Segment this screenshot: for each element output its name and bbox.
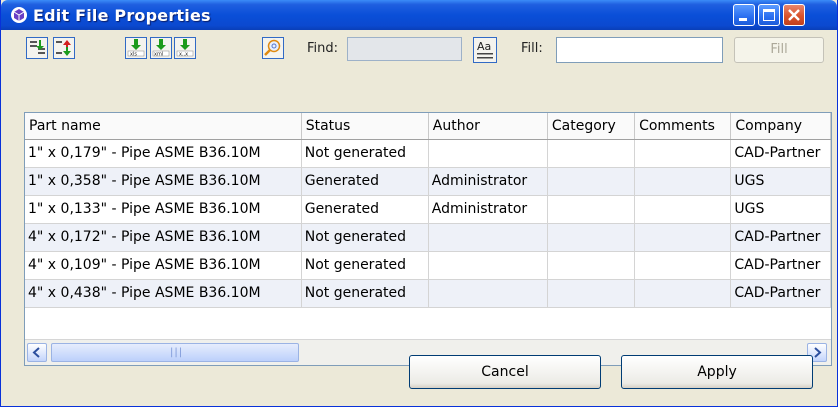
- cell-company[interactable]: CAD-Partner: [730, 223, 831, 252]
- svg-text:xml: xml: [154, 52, 163, 58]
- chevron-left-icon: [32, 347, 40, 358]
- export-csv-icon: x..x: [176, 39, 194, 58]
- cell-part-name[interactable]: 4" x 0,109" - Pipe ASME B36.10M: [25, 251, 302, 280]
- maximize-button[interactable]: [758, 4, 780, 26]
- cell-part-name[interactable]: 1" x 0,179" - Pipe ASME B36.10M: [25, 139, 302, 168]
- minimize-button[interactable]: [733, 4, 755, 26]
- minimize-icon: [739, 18, 747, 21]
- cell-author[interactable]: [428, 251, 548, 280]
- export-csv-button[interactable]: x..x: [174, 37, 196, 59]
- cancel-button[interactable]: Cancel: [409, 355, 601, 389]
- apply-button[interactable]: Apply: [621, 355, 813, 389]
- find-input[interactable]: [347, 37, 462, 61]
- column-header-company[interactable]: Company: [730, 113, 831, 140]
- cell-category[interactable]: [547, 279, 636, 308]
- cell-status[interactable]: Not generated: [301, 251, 429, 280]
- cell-comments[interactable]: [634, 279, 732, 308]
- table-row[interactable]: 1" x 0,358" - Pipe ASME B36.10M Generate…: [25, 167, 831, 196]
- column-header-author[interactable]: Author: [428, 113, 548, 140]
- cell-comments[interactable]: [634, 251, 732, 280]
- match-case-button[interactable]: Aa: [473, 37, 497, 63]
- cell-category[interactable]: [547, 223, 636, 252]
- export-xml-button[interactable]: xml: [150, 37, 172, 59]
- cell-comments[interactable]: [634, 195, 732, 224]
- import-properties-icon: [30, 40, 45, 54]
- column-header-part-name[interactable]: Part name: [25, 113, 302, 140]
- app-icon: [11, 7, 27, 23]
- cell-company[interactable]: CAD-Partner: [730, 251, 831, 280]
- find-label: Find:: [307, 41, 339, 56]
- column-header-status[interactable]: Status: [301, 113, 429, 140]
- close-icon: [788, 9, 800, 21]
- search-button[interactable]: [262, 37, 284, 59]
- import-properties-button[interactable]: [26, 37, 48, 59]
- table-row[interactable]: 4" x 0,172" - Pipe ASME B36.10M Not gene…: [25, 223, 831, 252]
- window-title: Edit File Properties: [33, 6, 211, 25]
- cell-status[interactable]: Generated: [301, 167, 429, 196]
- svg-text:Aa: Aa: [477, 40, 491, 53]
- column-header-comments[interactable]: Comments: [634, 113, 732, 140]
- cell-category[interactable]: [547, 251, 636, 280]
- cell-comments[interactable]: [634, 139, 732, 168]
- swap-properties-icon: [56, 40, 71, 56]
- table-row[interactable]: 1" x 0,179" - Pipe ASME B36.10M Not gene…: [25, 139, 831, 168]
- fill-button[interactable]: Fill: [734, 37, 824, 63]
- match-case-icon: Aa: [477, 40, 493, 59]
- swap-properties-button[interactable]: [53, 37, 75, 59]
- cell-status[interactable]: Not generated: [301, 279, 429, 308]
- cell-category[interactable]: [547, 167, 636, 196]
- search-icon: [264, 39, 281, 56]
- cell-part-name[interactable]: 4" x 0,172" - Pipe ASME B36.10M: [25, 223, 302, 252]
- cell-author[interactable]: Administrator: [428, 167, 548, 196]
- export-xls-button[interactable]: xls: [125, 37, 147, 59]
- cell-category[interactable]: [547, 139, 636, 168]
- properties-table: Part name Status Author Category Comment…: [24, 112, 832, 366]
- cell-status[interactable]: Not generated: [301, 139, 429, 168]
- edit-file-properties-dialog: Edit File Properties xls xml x..x Find: …: [0, 0, 838, 407]
- cell-comments[interactable]: [634, 223, 732, 252]
- cell-company[interactable]: CAD-Partner: [730, 279, 831, 308]
- cell-company[interactable]: UGS: [730, 195, 831, 224]
- cell-category[interactable]: [547, 195, 636, 224]
- cell-status[interactable]: Generated: [301, 195, 429, 224]
- fill-label: Fill:: [521, 41, 543, 56]
- cell-author[interactable]: [428, 223, 548, 252]
- cell-part-name[interactable]: 1" x 0,358" - Pipe ASME B36.10M: [25, 167, 302, 196]
- export-xml-icon: xml: [152, 39, 170, 58]
- scroll-thumb[interactable]: |||: [51, 343, 299, 362]
- cell-company[interactable]: UGS: [730, 167, 831, 196]
- cell-part-name[interactable]: 4" x 0,438" - Pipe ASME B36.10M: [25, 279, 302, 308]
- table-row[interactable]: 4" x 0,438" - Pipe ASME B36.10M Not gene…: [25, 279, 831, 308]
- cell-author[interactable]: [428, 279, 548, 308]
- close-button[interactable]: [783, 4, 805, 26]
- scroll-left-button[interactable]: [27, 343, 47, 362]
- svg-text:x..x: x..x: [179, 52, 188, 58]
- fill-input[interactable]: [556, 37, 723, 63]
- cell-author[interactable]: Administrator: [428, 195, 548, 224]
- cell-comments[interactable]: [634, 167, 732, 196]
- cell-part-name[interactable]: 1" x 0,133" - Pipe ASME B36.10M: [25, 195, 302, 224]
- svg-text:xls: xls: [130, 52, 137, 58]
- properties-grid: Part name Status Author Category Comment…: [25, 113, 831, 308]
- export-xls-icon: xls: [127, 39, 145, 58]
- table-row[interactable]: 1" x 0,133" - Pipe ASME B36.10M Generate…: [25, 195, 831, 224]
- column-header-category[interactable]: Category: [547, 113, 636, 140]
- cell-status[interactable]: Not generated: [301, 223, 429, 252]
- table-row[interactable]: 4" x 0,109" - Pipe ASME B36.10M Not gene…: [25, 251, 831, 280]
- maximize-icon: [763, 9, 775, 21]
- cell-company[interactable]: CAD-Partner: [730, 139, 831, 168]
- scroll-grip-icon: |||: [170, 347, 184, 358]
- table-header-row: Part name Status Author Category Comment…: [25, 113, 831, 140]
- cell-author[interactable]: [428, 139, 548, 168]
- title-bar[interactable]: Edit File Properties: [1, 0, 837, 30]
